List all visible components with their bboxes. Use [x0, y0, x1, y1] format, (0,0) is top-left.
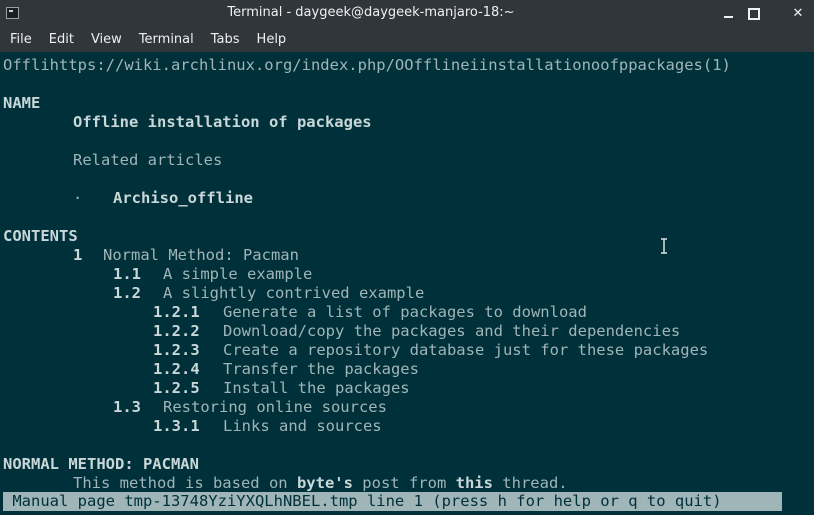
toc-num: 1.2.2 [153, 322, 200, 340]
related-article-link: Archiso_offline [113, 189, 253, 207]
contents-heading: CONTENTS [3, 227, 78, 245]
close-icon: ✕ [792, 6, 804, 21]
text-cursor-icon [661, 238, 667, 254]
toc-text: Download/copy the packages and their dep… [223, 322, 681, 340]
pager-status-line: Manual page tmp-13748YziYXQLhNBEL.tmp li… [3, 492, 782, 511]
toc-num: 1 [73, 246, 83, 264]
terminal-window: Terminal - daygeek@daygeek-manjaro-18:~ … [0, 0, 814, 515]
menu-bar: File Edit View Terminal Tabs Help [0, 28, 814, 52]
minimize-button[interactable] [718, 4, 738, 24]
menu-terminal[interactable]: Terminal [129, 28, 201, 52]
toc-num: 1.2.5 [153, 379, 200, 397]
scrollbar[interactable] [804, 54, 812, 511]
terminal-output[interactable]: Offlihttps://wiki.archlinux.org/index.ph… [0, 54, 814, 515]
toc-num: 1.2 [113, 284, 141, 302]
menu-help[interactable]: Help [247, 28, 294, 52]
section-heading: NORMAL METHOD: PACMAN [3, 455, 199, 473]
toc-text: Create a repository database just for th… [223, 341, 709, 359]
toc-num: 1.1 [113, 265, 141, 283]
toc-text: Transfer the packages [223, 360, 419, 378]
toc-text: Generate a list of packages to download [223, 303, 587, 321]
toc-text: A simple example [163, 265, 313, 283]
body-bold-author: byte's [296, 474, 353, 492]
toc-num: 1.2.4 [153, 360, 200, 378]
body-text-start: This method is based on [73, 474, 297, 492]
toc-text: Restoring online sources [163, 398, 387, 416]
name-heading: NAME [3, 94, 41, 112]
menu-view[interactable]: View [81, 28, 129, 52]
maximize-button[interactable] [744, 4, 764, 24]
toc-text: Install the packages [223, 379, 410, 397]
toc-num: 1.2.3 [153, 341, 200, 359]
maximize-icon [748, 7, 760, 20]
toc-text: A slightly contrived example [163, 284, 425, 302]
minimize-icon [723, 15, 733, 18]
page-title: Offline installation of packages [73, 113, 372, 131]
body-text-end: thread. [492, 474, 568, 492]
body-text-middle: post from [352, 474, 456, 492]
title-bar[interactable]: Terminal - daygeek@daygeek-manjaro-18:~ … [0, 0, 814, 28]
toc-text: Normal Method: Pacman [103, 246, 299, 264]
toc-text: Links and sources [223, 417, 382, 435]
related-articles-label: Related articles [73, 151, 223, 169]
toc-num: 1.2.1 [153, 303, 200, 321]
bullet: · [73, 189, 83, 207]
window-title: Terminal - daygeek@daygeek-manjaro-18:~ [227, 5, 515, 20]
body-text: This method is based on byte's post from… [73, 474, 568, 493]
toc-num: 1.3 [113, 398, 141, 416]
menu-edit[interactable]: Edit [39, 28, 81, 52]
menu-tabs[interactable]: Tabs [201, 28, 247, 52]
man-header-line: Offlihttps://wiki.archlinux.org/index.ph… [3, 56, 731, 74]
body-bold-link: this [455, 474, 493, 492]
toc-num: 1.3.1 [153, 417, 200, 435]
close-button[interactable]: ✕ [788, 4, 808, 24]
menu-file[interactable]: File [0, 28, 39, 52]
